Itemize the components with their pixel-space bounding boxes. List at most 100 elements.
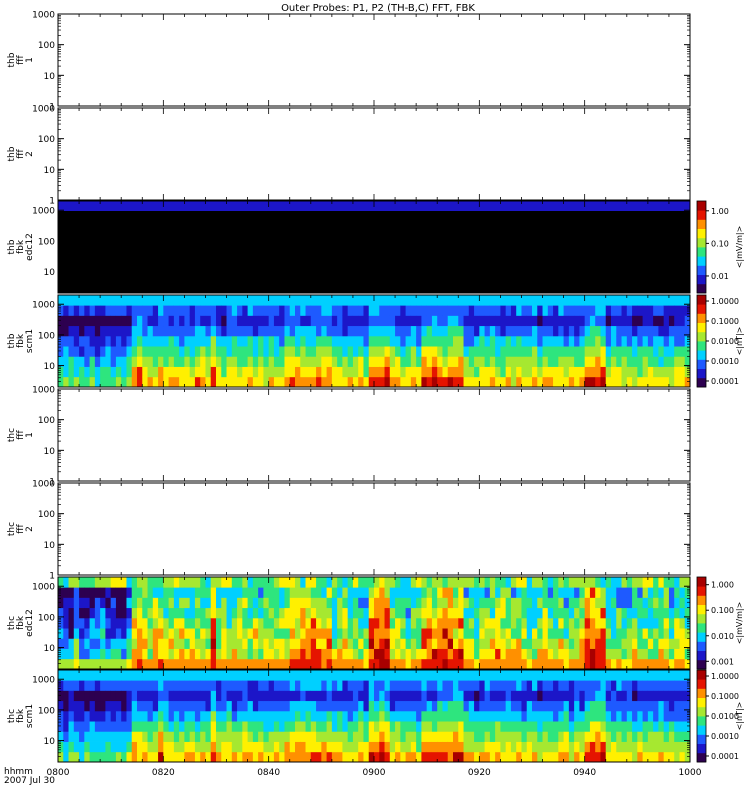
heatmap-cell [363,335,370,347]
heatmap-cell [105,617,112,629]
heatmap-cell [79,366,85,378]
heatmap-cell [458,587,464,598]
colorbar-tick-label: 0.1000 [711,692,739,701]
heatmap-cell [584,700,591,712]
heatmap-cell [505,577,512,588]
heatmap-cell [668,325,675,337]
heatmap-cell [405,741,412,753]
heatmap-cell [168,710,175,722]
heatmap-cell [400,376,406,388]
heatmap-cell [268,376,275,388]
heatmap-cell [458,356,464,367]
heatmap-cell [247,731,254,742]
heatmap-cell [653,577,659,588]
heatmap-cell [621,648,628,660]
heatmap-cell [458,366,464,378]
heatmap-cell [252,366,259,378]
heatmap-cell [326,670,333,681]
panel-frame [57,107,691,201]
heatmap-cell [321,346,327,357]
heatmap-cell [295,648,301,660]
heatmap-cell [89,658,96,670]
heatmap-cell [395,356,401,367]
heatmap-cell [558,710,564,722]
heatmap-cell [505,690,512,702]
heatmap-cell [342,315,349,327]
heatmap-cell [663,305,670,316]
heatmap-cell [611,346,617,357]
heatmap-cell [300,346,306,357]
heatmap-cell [200,346,206,357]
heatmap-cell [268,617,275,629]
heatmap-cell [547,700,554,712]
heatmap-cell [326,305,333,316]
heatmap-cell [368,741,375,753]
heatmap-cell [184,648,191,660]
y-tick-label: 100 [38,41,55,51]
heatmap-cell [189,366,196,378]
heatmap-cell [131,335,138,347]
heatmap-cell [94,315,101,327]
heatmap-cell [284,690,291,702]
heatmap-cell [347,305,354,316]
heatmap-cell [405,295,412,306]
heatmap-cell [553,670,559,681]
heatmap-cell [479,295,485,306]
heatmap-cell [210,366,217,378]
heatmap-cell [247,680,254,691]
heatmap-cell [63,295,69,306]
heatmap-cell [184,346,191,357]
heatmap-cell [137,721,143,732]
heatmap-cell [668,356,675,367]
heatmap-cell [273,315,280,327]
heatmap-cell [363,325,370,337]
heatmap-cell [479,751,485,763]
heatmap-cell [416,577,422,588]
heatmap-cell [273,721,280,732]
heatmap-cell [653,741,659,753]
heatmap-cell [137,700,143,712]
heatmap-cell [647,597,654,609]
heatmap-cell [431,587,438,598]
heatmap-cell [258,658,264,670]
heatmap-cell [468,721,475,732]
heatmap-cell [368,670,375,681]
heatmap-cell [574,731,580,742]
heatmap-cell [289,356,296,367]
heatmap-cell [305,315,312,327]
heatmap-cell [563,710,570,722]
heatmap-cell [131,710,138,722]
heatmap-cell [110,587,117,598]
heatmap-cell [179,648,185,660]
heatmap-cell [621,577,628,588]
heatmap-cell [321,710,327,722]
heatmap-cell [516,376,522,388]
heatmap-cell [384,670,391,681]
heatmap-cell [589,587,596,598]
heatmap-cell [621,721,628,732]
heatmap-cell [226,710,233,722]
heatmap-cell [84,751,90,763]
heatmap-cell [363,721,370,732]
heatmap-cell [331,346,338,357]
heatmap-cell [63,680,69,691]
heatmap-cell [342,587,349,598]
colorbar-tick-label: 1.00 [711,207,729,216]
heatmap-cell [431,690,438,702]
heatmap-cell [526,376,533,388]
heatmap-cell [216,325,222,337]
heatmap-cell [247,690,254,702]
heatmap-cell [437,617,443,629]
heatmap-cell [589,638,596,649]
heatmap-cell [526,628,533,639]
heatmap-cell [316,597,322,609]
heatmap-cell [210,680,217,691]
heatmap-cell [474,366,480,378]
heatmap-cell [289,587,296,598]
heatmap-cell [374,366,380,378]
heatmap-cell [526,680,533,691]
heatmap-cell [115,315,122,327]
heatmap-cell [268,315,275,327]
heatmap-cell [84,658,90,670]
heatmap-cell [316,700,322,712]
